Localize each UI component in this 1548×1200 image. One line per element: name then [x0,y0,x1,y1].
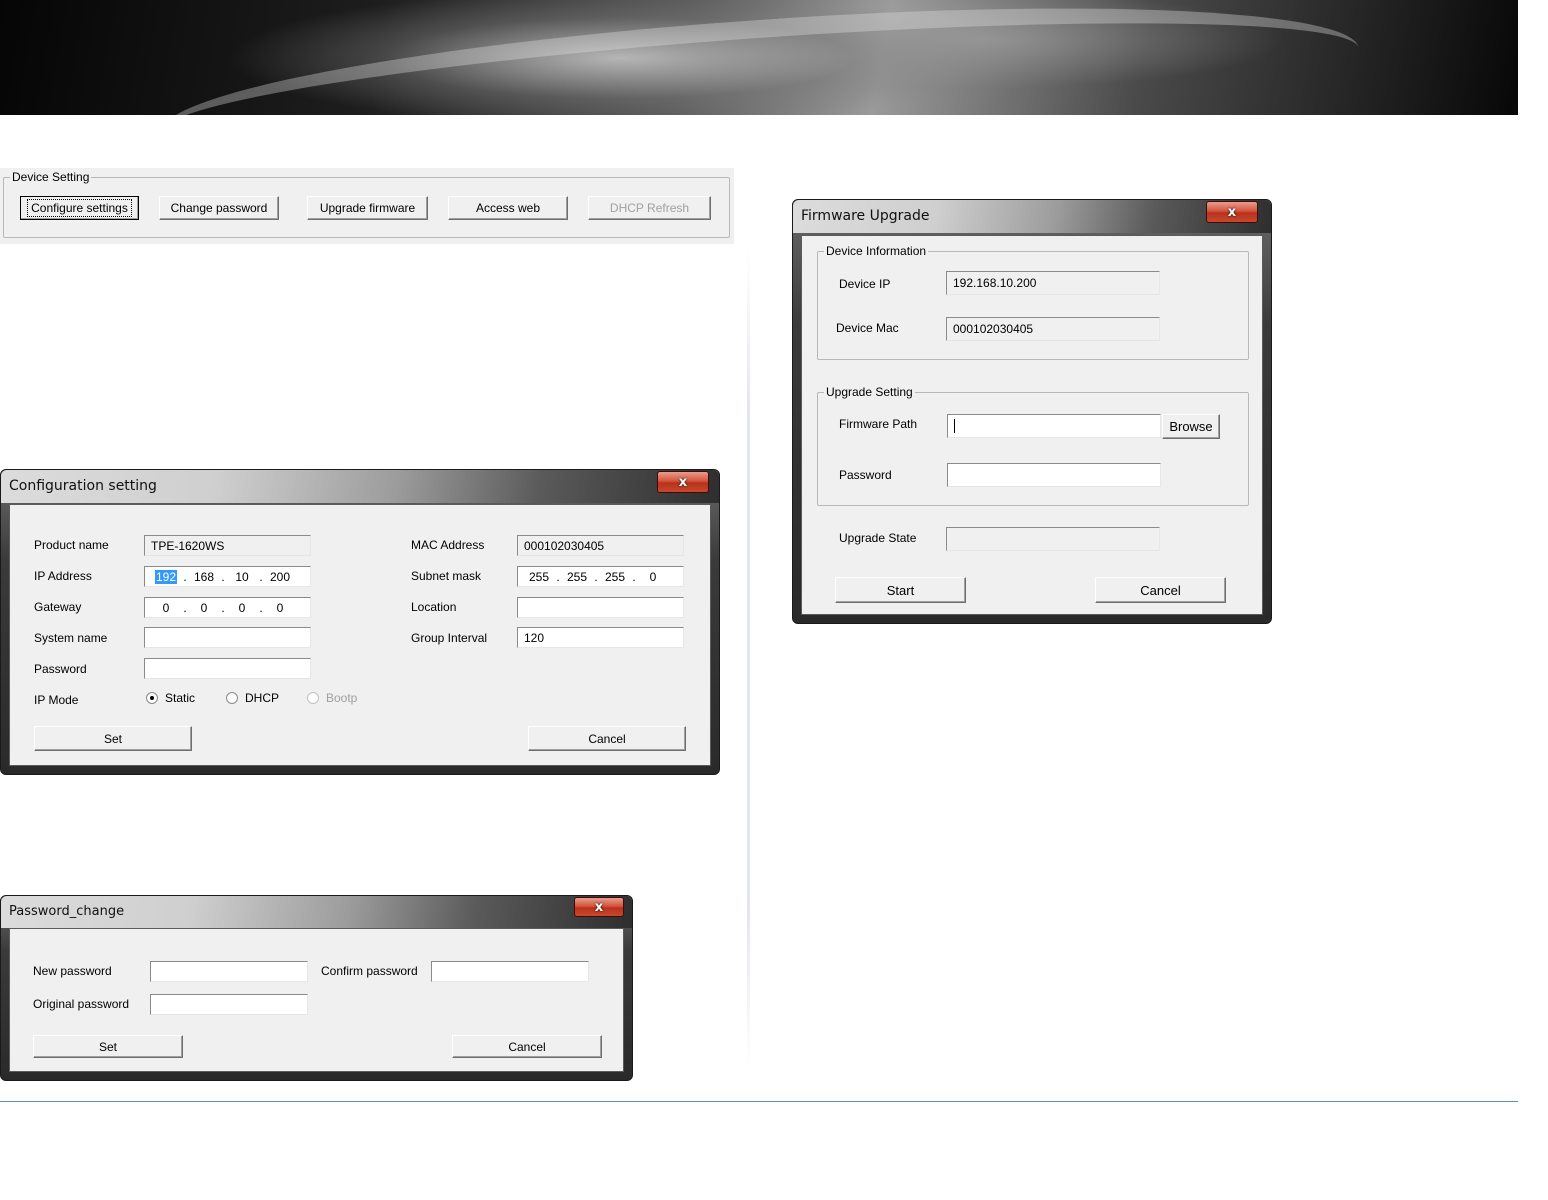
upgrade-setting-legend: Upgrade Setting [824,385,915,399]
device-information-group: Device Information Device IP 192.168.10.… [817,244,1249,360]
device-setting-legend: Device Setting [10,170,92,184]
device-information-legend: Device Information [824,244,929,258]
footer-rule [0,1101,1518,1102]
close-button[interactable]: x [657,471,709,493]
change-password-button[interactable]: Change password [159,196,279,220]
ip-mode-bootp-radio: Bootp [307,691,357,705]
product-name-label: Product name [34,538,109,552]
system-name-label: System name [34,631,108,645]
start-button[interactable]: Start [835,577,966,603]
close-button[interactable]: x [1206,201,1258,223]
upgrade-state-field [946,527,1160,551]
ip-mode-dhcp-radio[interactable]: DHCP [226,691,279,705]
mac-address-label: MAC Address [411,538,485,552]
password-label: Password [839,468,892,482]
radio-icon [307,692,319,704]
upgrade-firmware-button[interactable]: Upgrade firmware [307,196,428,220]
configuration-client: Product name TPE-1620WS IP Address 192. … [9,504,711,766]
firmware-path-input[interactable] [947,414,1161,438]
password-input[interactable] [947,463,1161,487]
original-password-field[interactable] [150,994,308,1015]
password-titlebar: Password_change x [1,896,632,928]
configuration-titlebar: Configuration setting x [1,470,719,503]
password-change-window: Password_change x New password Confirm p… [0,895,633,1081]
ip-mode-label: IP Mode [34,693,79,707]
ip-octet-2[interactable]: 168 [189,570,219,584]
mac-address-field[interactable]: 000102030405 [517,535,684,556]
original-password-label: Original password [33,997,130,1011]
configure-settings-button[interactable]: Configure settings [20,196,139,220]
cancel-button[interactable]: Cancel [1095,577,1226,603]
upgrade-setting-group: Upgrade Setting Firmware Path Browse Pas… [817,385,1249,506]
device-ip-field[interactable]: 192.168.10.200 [946,271,1160,295]
group-interval-field[interactable]: 120 [517,627,684,648]
radio-selected-icon [146,692,158,704]
ip-address-label: IP Address [34,569,92,583]
close-button[interactable]: x [574,897,624,917]
cancel-button[interactable]: Cancel [528,726,686,751]
upgrade-state-label: Upgrade State [839,531,917,545]
location-field[interactable] [517,597,684,618]
confirm-password-field[interactable] [431,961,589,982]
device-mac-label: Device Mac [836,321,899,335]
column-divider [747,250,750,1070]
gateway-octet-4[interactable]: 0 [265,601,295,615]
set-button[interactable]: Set [33,1035,183,1058]
close-icon: x [594,899,604,915]
window-title: Firmware Upgrade [801,208,930,224]
confirm-password-label: Confirm password [321,964,418,978]
ip-octet-4[interactable]: 200 [265,570,295,584]
access-web-button[interactable]: Access web [448,196,568,220]
close-icon: x [678,474,688,490]
browse-button[interactable]: Browse [1162,414,1220,439]
window-title: Password_change [9,904,125,919]
gateway-octet-1[interactable]: 0 [151,601,181,615]
group-interval-label: Group Interval [411,631,488,645]
ip-octet-1[interactable]: 192 [154,569,178,584]
system-name-field[interactable] [144,627,311,648]
configuration-setting-window: Configuration setting x Product name TPE… [0,469,720,775]
location-label: Location [411,600,457,614]
gateway-octet-3[interactable]: 0 [227,601,257,615]
subnet-mask-label: Subnet mask [411,569,482,583]
banner-swoosh [156,0,1364,115]
gateway-octet-2[interactable]: 0 [189,601,219,615]
firmware-titlebar: Firmware Upgrade x [793,200,1271,233]
password-field[interactable] [144,658,311,679]
device-mac-field[interactable]: 000102030405 [946,317,1160,341]
close-icon: x [1227,204,1237,220]
gateway-label: Gateway [34,600,82,614]
subnet-octet-1[interactable]: 255 [524,570,554,584]
ip-mode-static-radio[interactable]: Static [146,691,195,705]
firmware-path-label: Firmware Path [839,417,918,431]
firmware-upgrade-window: Firmware Upgrade x Device Information De… [792,199,1272,624]
subnet-octet-2[interactable]: 255 [562,570,592,584]
subnet-octet-4[interactable]: 0 [638,570,668,584]
ip-address-field[interactable]: 192. 168. 10. 200 [144,566,311,587]
dhcp-refresh-button: DHCP Refresh [588,196,711,220]
new-password-label: New password [33,964,112,978]
password-label: Password [34,662,87,676]
cancel-button[interactable]: Cancel [452,1035,602,1058]
ip-octet-3[interactable]: 10 [227,570,257,584]
new-password-field[interactable] [150,961,308,982]
gateway-field[interactable]: 0. 0. 0. 0 [144,597,311,618]
radio-icon [226,692,238,704]
device-ip-label: Device IP [839,277,891,291]
device-setting-panel: Device Setting Configure settings Change… [0,168,734,244]
firmware-client: Device Information Device IP 192.168.10.… [801,235,1263,615]
header-banner [0,0,1518,115]
window-title: Configuration setting [9,478,157,494]
product-name-field[interactable]: TPE-1620WS [144,535,311,556]
set-button[interactable]: Set [34,726,192,751]
password-client: New password Confirm password Original p… [9,928,624,1072]
subnet-mask-field[interactable]: 255. 255. 255. 0 [517,566,684,587]
subnet-octet-3[interactable]: 255 [600,570,630,584]
text-caret [954,419,955,433]
